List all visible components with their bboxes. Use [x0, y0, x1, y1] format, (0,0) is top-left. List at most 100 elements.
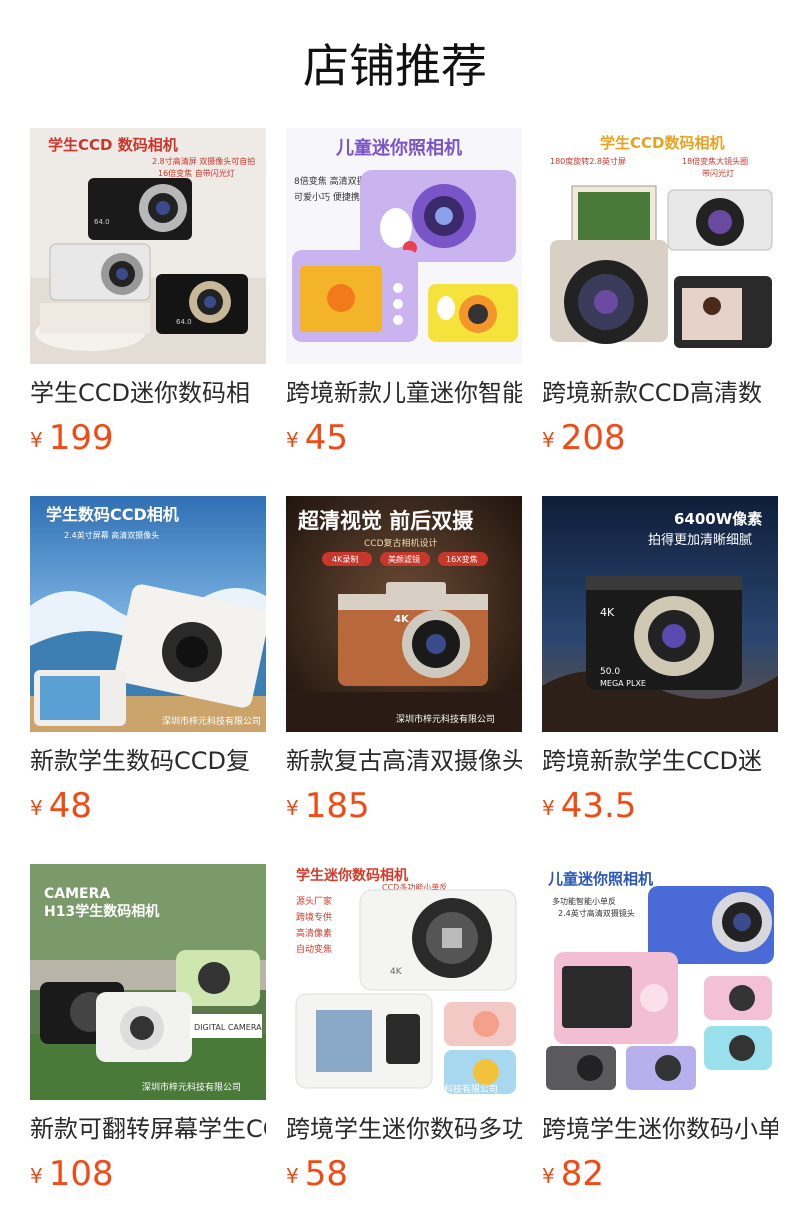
image-line: 2.4英寸高清双摄镜头: [558, 908, 635, 918]
product-image[interactable]: 学生CCD数码相机 180度旋转2.8英寸屏 18倍变焦大镜头圈 带闪光灯: [542, 128, 778, 364]
svg-text:DIGITAL CAMERA: DIGITAL CAMERA: [194, 1023, 262, 1032]
price-value: 48: [48, 786, 92, 826]
camera-white-icon: [49, 243, 151, 301]
product-price: ¥48: [30, 784, 92, 828]
product-price: ¥58: [286, 1152, 348, 1196]
image-headline: CAMERA: [44, 886, 110, 902]
image-line: 18倍变焦大镜头圈: [682, 156, 748, 166]
image-line: 180度旋转2.8英寸屏: [550, 156, 626, 166]
product-card[interactable]: 超清视觉 前后双摄 CCD复古相机设计 4K录制 美颜滤镜 16X变焦 4K 深…: [286, 496, 522, 836]
product-price: ¥45: [286, 416, 348, 460]
product-image[interactable]: 超清视觉 前后双摄 CCD复古相机设计 4K录制 美颜滤镜 16X变焦 4K 深…: [286, 496, 522, 732]
product-card[interactable]: 学生CCD 数码相机 2.8寸高清屏 双摄像头可自拍 16倍变焦 自带闪光灯 6…: [30, 128, 266, 468]
product-card[interactable]: 学生迷你数码相机 CCD多功能小单反 源头厂家 跨境专供 高清像素 自动变焦 4…: [286, 864, 522, 1204]
product-image[interactable]: 6400W像素 拍得更加清晰细腻 4K 50.0 MEGA PLXE: [542, 496, 778, 732]
camera-white-icon: [96, 992, 192, 1062]
camera-black-icon: 64.0: [88, 178, 192, 240]
product-image[interactable]: 学生CCD 数码相机 2.8寸高清屏 双摄像头可自拍 16倍变焦 自带闪光灯 6…: [30, 128, 266, 364]
image-headline: 儿童迷你照相机: [547, 870, 653, 888]
product-title[interactable]: 跨境新款CCD高清数: [542, 376, 778, 410]
product-title[interactable]: 跨境新款儿童迷你智能: [286, 376, 522, 410]
product-image[interactable]: 学生数码CCD相机 2.4英寸屏幕 高清双摄像头 深圳市梓元科技有限公司: [30, 496, 266, 732]
price-value: 45: [304, 418, 348, 458]
price-value: 82: [560, 1154, 604, 1194]
product-title[interactable]: 跨境学生迷你数码多功能: [286, 1112, 522, 1146]
image-headline: 学生CCD数码相机: [600, 134, 724, 152]
product-price: ¥199: [30, 416, 114, 460]
product-image[interactable]: 儿童迷你照相机 多功能智能小单反 2.4英寸高清双摄镜头: [542, 864, 778, 1100]
camera-gray-icon: [546, 1046, 616, 1090]
image-line: 拍得更加清晰细腻: [648, 532, 752, 548]
camera-pink-icon: [704, 976, 772, 1020]
camera-retro-icon: 4K: [338, 582, 488, 686]
product-image[interactable]: CAMERA H13学生数码相机 DIGITAL CAMERA 深圳市梓元科技有…: [30, 864, 266, 1100]
image-side-line: 高清像素: [296, 927, 332, 939]
badge: 4K录制: [332, 554, 358, 564]
image-headline: 儿童迷你照相机: [335, 137, 462, 159]
product-title[interactable]: 学生CCD迷你数码相: [30, 376, 266, 410]
product-card[interactable]: 6400W像素 拍得更加清晰细腻 4K 50.0 MEGA PLXE 跨境新款学…: [542, 496, 778, 836]
camera-black-icon: 4K 50.0 MEGA PLXE: [586, 576, 742, 690]
camera-lilac-icon: [360, 170, 516, 262]
product-card[interactable]: 学生数码CCD相机 2.4英寸屏幕 高清双摄像头 深圳市梓元科技有限公司 新款学…: [30, 496, 266, 836]
image-headline: 学生迷你数码相机: [296, 867, 408, 884]
badge: 美颜滤镜: [388, 554, 420, 564]
image-line: 带闪光灯: [702, 168, 734, 178]
image-line: 2.4英寸屏幕 高清双摄像头: [64, 530, 159, 540]
camera-dark-icon: [674, 276, 772, 348]
svg-text:4K: 4K: [394, 614, 410, 625]
camera-screen-icon: [295, 993, 433, 1089]
price-value: 185: [304, 786, 370, 826]
image-line: 8倍变焦 高清双摄: [294, 175, 366, 187]
price-value: 108: [48, 1154, 114, 1194]
currency-symbol: ¥: [542, 428, 555, 452]
currency-symbol: ¥: [542, 1164, 555, 1188]
image-side-line: 源头厂家: [296, 895, 332, 907]
product-title[interactable]: 跨境新款学生CCD迷: [542, 744, 778, 778]
product-card[interactable]: CAMERA H13学生数码相机 DIGITAL CAMERA 深圳市梓元科技有…: [30, 864, 266, 1204]
product-title[interactable]: 新款学生数码CCD复: [30, 744, 266, 778]
currency-symbol: ¥: [30, 1164, 43, 1188]
feature-badges: 4K录制 美颜滤镜 16X变焦: [322, 552, 488, 566]
product-card[interactable]: 儿童迷你照相机 8倍变焦 高清双摄 可爱小巧 便捷携带 跨境新款儿童迷你智能 ¥…: [286, 128, 522, 468]
camera-pink-icon: [444, 1002, 516, 1046]
product-title[interactable]: 新款复古高清双摄像头: [286, 744, 522, 778]
image-headline: 超清视觉 前后双摄: [298, 509, 474, 533]
svg-text:4K: 4K: [390, 967, 403, 977]
image-side-line: 跨境专供: [296, 911, 332, 923]
product-price: ¥208: [542, 416, 626, 460]
svg-text:MEGA PLXE: MEGA PLXE: [600, 679, 646, 688]
image-watermark: 深圳市梓元科技有限公司: [142, 1081, 241, 1093]
svg-text:64.0: 64.0: [94, 218, 110, 226]
image-line: 可爱小巧 便捷携带: [294, 191, 369, 203]
image-line: H13学生数码相机: [44, 903, 159, 920]
camera-black-icon: 64.0: [156, 274, 248, 334]
image-side-line: 自动变焦: [296, 943, 332, 955]
svg-text:4K: 4K: [600, 606, 615, 619]
image-line: 2.8寸高清屏 双摄像头可自拍: [152, 156, 255, 166]
product-card[interactable]: 学生CCD数码相机 180度旋转2.8英寸屏 18倍变焦大镜头圈 带闪光灯 跨境…: [542, 128, 778, 468]
currency-symbol: ¥: [286, 1164, 299, 1188]
image-watermark: 科技有限公司: [444, 1083, 498, 1095]
product-title[interactable]: 新款可翻转屏幕学生CCD: [30, 1112, 266, 1146]
product-image[interactable]: 儿童迷你照相机 8倍变焦 高清双摄 可爱小巧 便捷携带: [286, 128, 522, 364]
camera-lilac-icon: [292, 250, 418, 342]
image-headline: 学生数码CCD相机: [46, 505, 179, 524]
currency-symbol: ¥: [286, 796, 299, 820]
badge: 16X变焦: [446, 554, 478, 564]
product-price: ¥82: [542, 1152, 604, 1196]
product-title[interactable]: 跨境学生迷你数码小单反: [542, 1112, 778, 1146]
product-card[interactable]: 儿童迷你照相机 多功能智能小单反 2.4英寸高清双摄镜头 跨境学生迷你数码小单 …: [542, 864, 778, 1204]
camera-white-icon: [667, 189, 773, 251]
price-value: 208: [560, 418, 626, 458]
image-line: CCD复古相机设计: [364, 537, 438, 549]
product-image[interactable]: 学生迷你数码相机 CCD多功能小单反 源头厂家 跨境专供 高清像素 自动变焦 4…: [286, 864, 522, 1100]
image-line: 16倍变焦 自带闪光灯: [158, 168, 235, 178]
image-watermark: 深圳市梓元科技有限公司: [162, 715, 261, 727]
price-value: 43.5: [560, 786, 637, 826]
currency-symbol: ¥: [286, 428, 299, 452]
page-title: 店铺推荐: [303, 39, 487, 93]
currency-symbol: ¥: [30, 796, 43, 820]
product-price: ¥108: [30, 1152, 114, 1196]
price-value: 199: [48, 418, 114, 458]
